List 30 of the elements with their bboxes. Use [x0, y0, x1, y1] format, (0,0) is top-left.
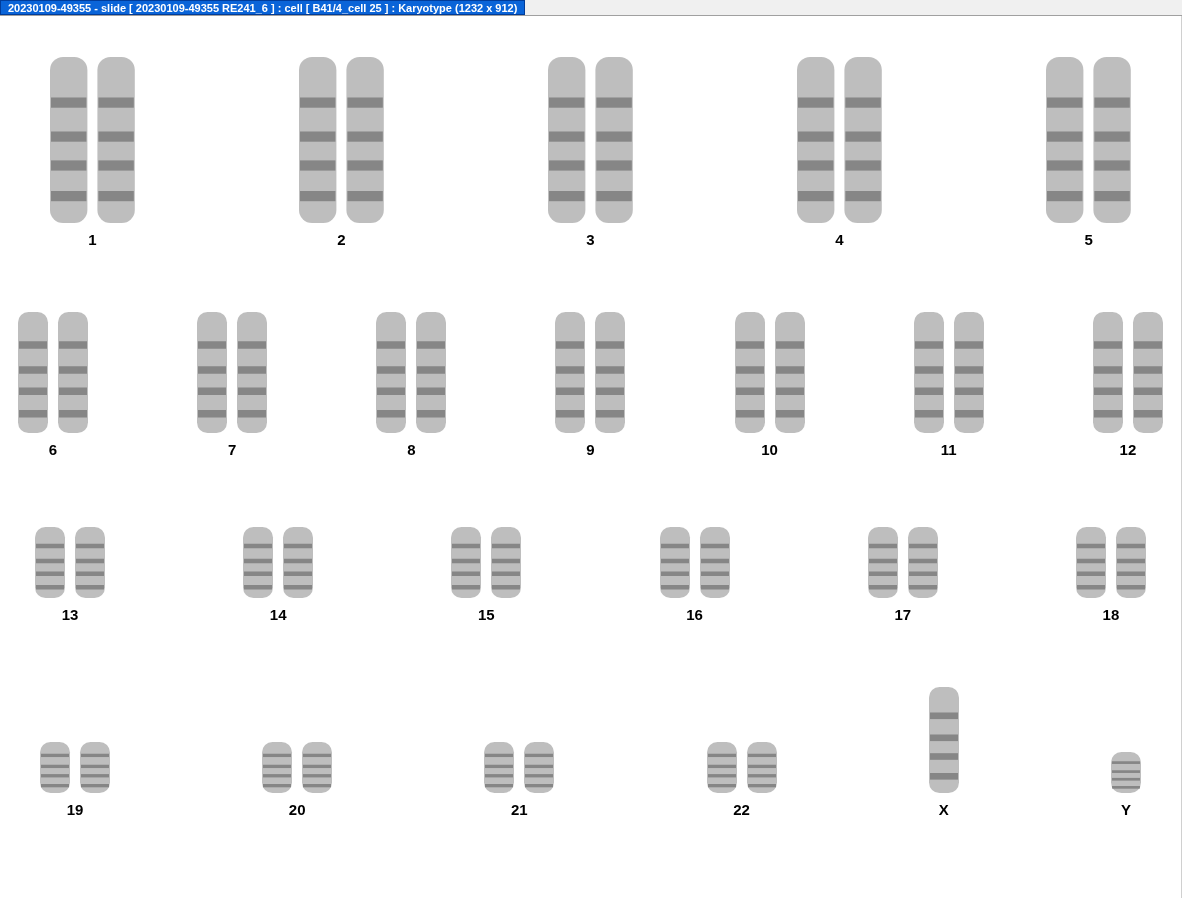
- chromosome-pair-drawing: [262, 740, 333, 795]
- chromosome-number: 5: [1084, 231, 1093, 249]
- chromosome-number: 16: [686, 606, 703, 624]
- chromosome-number: 13: [61, 606, 79, 624]
- chromosome-number: 8: [407, 441, 416, 459]
- chromosome-number: 4: [835, 231, 844, 249]
- chromosome-number: 19: [66, 801, 84, 819]
- chromosome-number: 15: [478, 606, 495, 624]
- chromosome-number: 11: [940, 441, 957, 459]
- chromosome-number: 10: [761, 441, 778, 459]
- chromosome-number: 14: [269, 606, 287, 624]
- chromosome-number: 3: [586, 231, 595, 249]
- chromosome-number: Y: [1120, 801, 1131, 819]
- chromosome-number: 7: [228, 441, 237, 459]
- chromosome-number: 6: [48, 441, 58, 459]
- chromosome-number: X: [938, 801, 949, 819]
- chromosome-number: 1: [88, 231, 97, 249]
- chromosome-pair-drawing: [40, 740, 110, 795]
- chromosome-number: 17: [894, 606, 912, 624]
- chromosome-number: 12: [1119, 441, 1137, 459]
- chromosome-number: 21: [511, 801, 528, 819]
- chromosome-pair-drawing: [484, 740, 555, 795]
- chromosome-number: 20: [288, 801, 306, 819]
- chromosome-pair-drawing: [706, 740, 777, 795]
- chromosome-number: 18: [1102, 606, 1120, 624]
- window-title: 20230109-49355 - slide [ 20230109-49355 RE241_6 ] : cell [ B41/4_cell 25 ] : Karyotype (1232 x 912): [0, 0, 526, 15]
- chromosome-number: 9: [586, 441, 595, 459]
- chromosome-number: 22: [733, 801, 750, 819]
- chromosome-drawing: [1110, 750, 1141, 795]
- chromosome-number: 2: [337, 231, 346, 249]
